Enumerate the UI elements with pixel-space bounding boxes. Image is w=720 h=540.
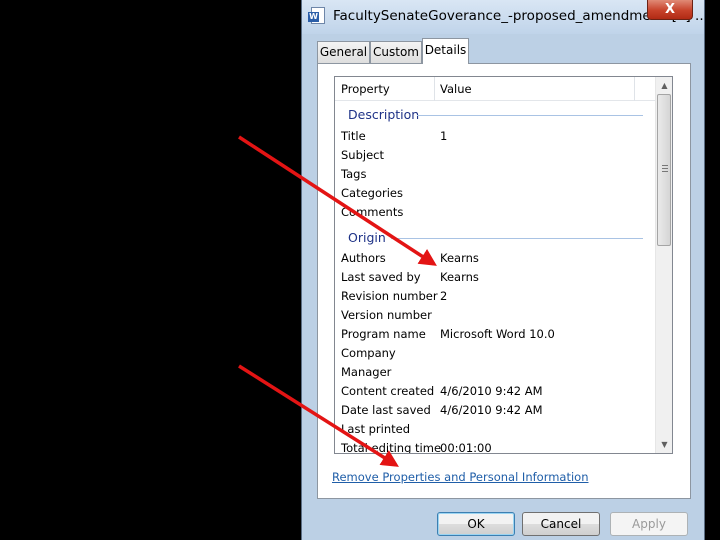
property-name: Program name — [341, 327, 426, 341]
property-row[interactable]: Content created 4/6/2010 9:42 AM — [335, 382, 655, 401]
property-row[interactable]: Title 1 — [335, 127, 655, 146]
property-value: 1 — [440, 129, 448, 143]
property-value: Kearns — [440, 251, 479, 265]
property-name: Last saved by — [341, 270, 421, 284]
property-name: Version number — [341, 308, 432, 322]
scroll-up-arrow-icon[interactable]: ▲ — [656, 77, 672, 94]
grip-icon — [662, 165, 668, 172]
group-divider — [417, 115, 643, 116]
property-row[interactable]: Company — [335, 344, 655, 363]
property-name: Title — [341, 129, 366, 143]
properties-dialog: W FacultySenateGoverance_-proposed_amend… — [301, 0, 705, 540]
property-row[interactable]: Authors Kearns — [335, 249, 655, 268]
property-value: 4/6/2010 9:42 AM — [440, 403, 543, 417]
property-name: Company — [341, 346, 396, 360]
remove-properties-link[interactable]: Remove Properties and Personal Informati… — [332, 470, 589, 484]
property-name: Subject — [341, 148, 384, 162]
property-row[interactable]: Date last saved 4/6/2010 9:42 AM — [335, 401, 655, 420]
close-button[interactable]: X — [647, 0, 693, 20]
property-name: Total editing time — [341, 441, 442, 454]
property-row[interactable]: Total editing time 00:01:00 — [335, 439, 655, 454]
property-column-header[interactable]: Property — [335, 77, 434, 101]
list-header: Property Value — [335, 77, 655, 101]
vertical-scrollbar[interactable]: ▲ ▼ — [655, 77, 672, 453]
group-header-description: Description — [335, 105, 655, 125]
property-name: Revision number — [341, 289, 438, 303]
property-row[interactable]: Subject — [335, 146, 655, 165]
group-title: Description — [348, 107, 420, 122]
property-value: Microsoft Word 10.0 — [440, 327, 555, 341]
properties-list[interactable]: Property Value Description Title 1 Subjec… — [334, 76, 673, 454]
property-name: Date last saved — [341, 403, 431, 417]
tab-details[interactable]: Details — [422, 38, 469, 64]
property-row[interactable]: Categories — [335, 184, 655, 203]
word-document-icon: W — [308, 7, 325, 24]
property-name: Content created — [341, 384, 435, 398]
column-separator[interactable] — [634, 77, 635, 101]
property-name: Authors — [341, 251, 386, 265]
property-value: 00:01:00 — [440, 441, 492, 454]
property-row[interactable]: Program name Microsoft Word 10.0 — [335, 325, 655, 344]
property-row[interactable]: Last saved by Kearns — [335, 268, 655, 287]
title-bar[interactable]: W FacultySenateGoverance_-proposed_amend… — [302, 0, 704, 34]
value-column-header[interactable]: Value — [434, 77, 634, 101]
ok-button[interactable]: OK — [437, 512, 515, 536]
apply-button[interactable]: Apply — [610, 512, 688, 536]
property-row[interactable]: Tags — [335, 165, 655, 184]
property-value: Kearns — [440, 270, 479, 284]
tab-custom[interactable]: Custom — [370, 41, 422, 63]
property-name: Manager — [341, 365, 392, 379]
group-title: Origin — [348, 230, 386, 245]
property-value: 4/6/2010 9:42 AM — [440, 384, 543, 398]
details-panel: Property Value Description Title 1 Subjec… — [317, 63, 691, 499]
property-row[interactable]: Version number — [335, 306, 655, 325]
property-row[interactable]: Manager — [335, 363, 655, 382]
group-divider — [391, 238, 643, 239]
property-name: Categories — [341, 186, 403, 200]
scrollbar-thumb[interactable] — [657, 94, 671, 246]
property-row[interactable]: Revision number 2 — [335, 287, 655, 306]
tab-general[interactable]: General — [317, 41, 370, 63]
property-name: Comments — [341, 205, 404, 219]
property-row[interactable]: Last printed — [335, 420, 655, 439]
group-header-origin: Origin — [335, 228, 655, 248]
property-name: Last printed — [341, 422, 411, 436]
property-value: 2 — [440, 289, 448, 303]
scroll-down-arrow-icon[interactable]: ▼ — [656, 436, 672, 453]
cancel-button[interactable]: Cancel — [522, 512, 600, 536]
property-row[interactable]: Comments — [335, 203, 655, 222]
property-name: Tags — [341, 167, 367, 181]
